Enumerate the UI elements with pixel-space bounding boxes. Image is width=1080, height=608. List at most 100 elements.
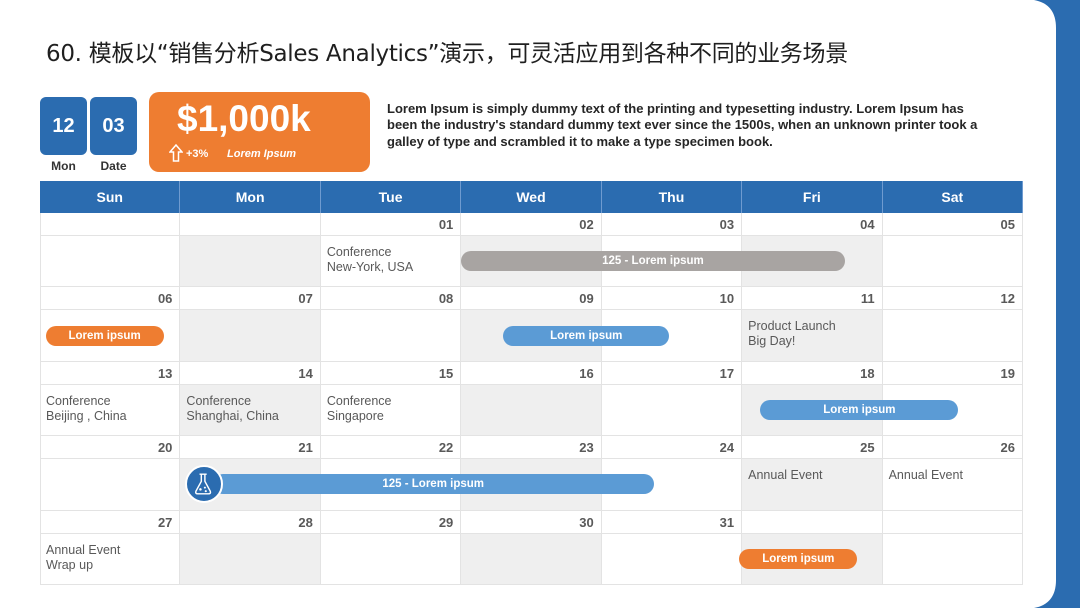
event-note: Annual Event Wrap up [46, 543, 120, 573]
day-label: Date [100, 159, 127, 173]
day-cell[interactable]: 12 [882, 287, 1023, 362]
day-cell[interactable]: 04 [742, 213, 883, 288]
day-cell[interactable]: 20 [40, 436, 181, 511]
day-number-strip [41, 213, 180, 236]
event-note-line: New-York, USA [326, 260, 414, 274]
day-number: 01 [438, 217, 454, 232]
weekday-header: Sun [40, 181, 181, 213]
event-note-line: Conference [326, 245, 392, 259]
event-note: Conference Beijing , China [46, 394, 127, 424]
day-cell[interactable]: 30 [461, 510, 602, 585]
day-number: 11 [860, 291, 875, 307]
event-bar[interactable]: 125 - Lorem ipsum [212, 474, 654, 495]
event-note-line: Beijing , China [46, 408, 127, 423]
day-cell[interactable]: 22 [320, 436, 462, 511]
day-number: 05 [1000, 217, 1015, 232]
event-bar[interactable]: Lorem ipsum [503, 325, 670, 346]
day-cell[interactable] [742, 510, 883, 585]
day-number: 03 [719, 217, 735, 232]
kpi-label: Lorem Ipsum [227, 148, 297, 160]
day-cell[interactable]: 31 [601, 510, 743, 585]
day-number: 07 [298, 291, 313, 307]
day-number: 28 [298, 514, 313, 530]
day-cell[interactable]: 02 [461, 213, 602, 288]
day-cell[interactable]: 07 [180, 287, 321, 362]
day-number: 14 [298, 365, 313, 381]
day-number: 12 [1000, 291, 1015, 307]
day-number: 20 [157, 440, 173, 456]
event-note-line: Conference [186, 393, 252, 408]
day-number-strip [180, 213, 320, 236]
arrow-up-icon [169, 144, 183, 162]
weekday-header: Mon [180, 181, 321, 213]
event-note-line: Conference [46, 393, 111, 408]
day-number: 19 [1000, 365, 1015, 381]
page-title: 60. 模板以“销售分析Sales Analytics”演示，可灵活应用到各种不… [46, 41, 848, 67]
weekday-header: Sat [882, 181, 1023, 213]
month-label: Mon [51, 159, 76, 173]
day-cell[interactable]: 08 [320, 287, 462, 362]
event-note-line: Conference [326, 393, 392, 408]
day-number: 31 [719, 514, 735, 530]
kpi-card: $1,000k +3% Lorem Ipsum [149, 92, 370, 172]
day-number: 13 [157, 365, 173, 381]
event-bar[interactable]: Lorem ipsum [760, 400, 959, 420]
weekday-header: Wed [461, 181, 602, 213]
event-note-line: Shanghai, China [186, 408, 279, 423]
day-number: 30 [579, 514, 594, 530]
calendar: Sun Mon Tue Wed Thu Fri Sat 01 02 03 04 05 06 07 08 09 1… [40, 181, 1023, 585]
event-note: Conference Singapore [327, 394, 392, 424]
day-cell[interactable] [180, 213, 321, 288]
event-note-line: Wrap up [46, 557, 94, 572]
day-cell[interactable]: 06 [40, 287, 181, 362]
day-cell[interactable]: 29 [320, 510, 462, 585]
day-cell[interactable]: 05 [882, 213, 1023, 288]
day-number-strip [742, 510, 882, 534]
weekday-header: Thu [601, 181, 743, 213]
day-number: 15 [438, 365, 454, 381]
event-note: Annual Event [889, 468, 963, 483]
day-number: 29 [438, 514, 454, 530]
day-number: 08 [438, 291, 454, 307]
event-note-line: Product Launch [748, 319, 836, 334]
day-number: 23 [579, 440, 594, 456]
day-number: 25 [860, 440, 875, 456]
description-text: Lorem Ipsum is simply dummy text of the … [387, 101, 978, 149]
event-note: Product Launch Big Day! [748, 319, 836, 349]
day-cell[interactable]: 23 [461, 436, 602, 511]
day-number: 10 [719, 291, 735, 307]
day-cell[interactable]: 10 [601, 287, 743, 362]
corner-decoration [1034, 0, 1080, 608]
day-cell[interactable] [40, 213, 181, 288]
day-number: 04 [860, 217, 875, 232]
day-cell[interactable]: 09 [461, 287, 602, 362]
day-cell[interactable]: 28 [180, 510, 321, 585]
day-number: 06 [157, 291, 173, 307]
day-number: 16 [579, 365, 594, 381]
month-box: 12 [40, 97, 87, 155]
event-bar[interactable]: Lorem ipsum [45, 325, 164, 346]
day-cell[interactable]: 03 [601, 213, 743, 288]
day-cell[interactable]: 19 [882, 361, 1023, 437]
day-number: 18 [860, 365, 875, 381]
event-note-line: Annual Event [748, 468, 823, 483]
day-cell[interactable]: 17 [601, 361, 743, 437]
kpi-change: +3% [186, 148, 209, 160]
day-number: 24 [719, 440, 735, 456]
day-cell[interactable]: 18 [742, 361, 883, 437]
day-number: 02 [579, 217, 594, 232]
weekday-header: Tue [320, 181, 462, 213]
day-cell[interactable] [882, 510, 1023, 585]
event-note-line: Annual Event [888, 468, 963, 483]
event-note-line: Annual Event [46, 542, 121, 557]
weekday-header: Fri [742, 181, 883, 213]
day-number: 26 [1000, 440, 1015, 456]
flask-icon [184, 465, 223, 504]
day-number: 27 [157, 514, 173, 530]
event-bar[interactable]: Lorem ipsum [739, 548, 858, 569]
day-cell[interactable]: 24 [601, 436, 743, 511]
event-note-line: Big Day! [748, 334, 796, 349]
day-cell[interactable]: 16 [461, 361, 602, 437]
day-number-strip [882, 510, 1022, 534]
event-bar[interactable]: 125 - Lorem ipsum [461, 251, 845, 272]
